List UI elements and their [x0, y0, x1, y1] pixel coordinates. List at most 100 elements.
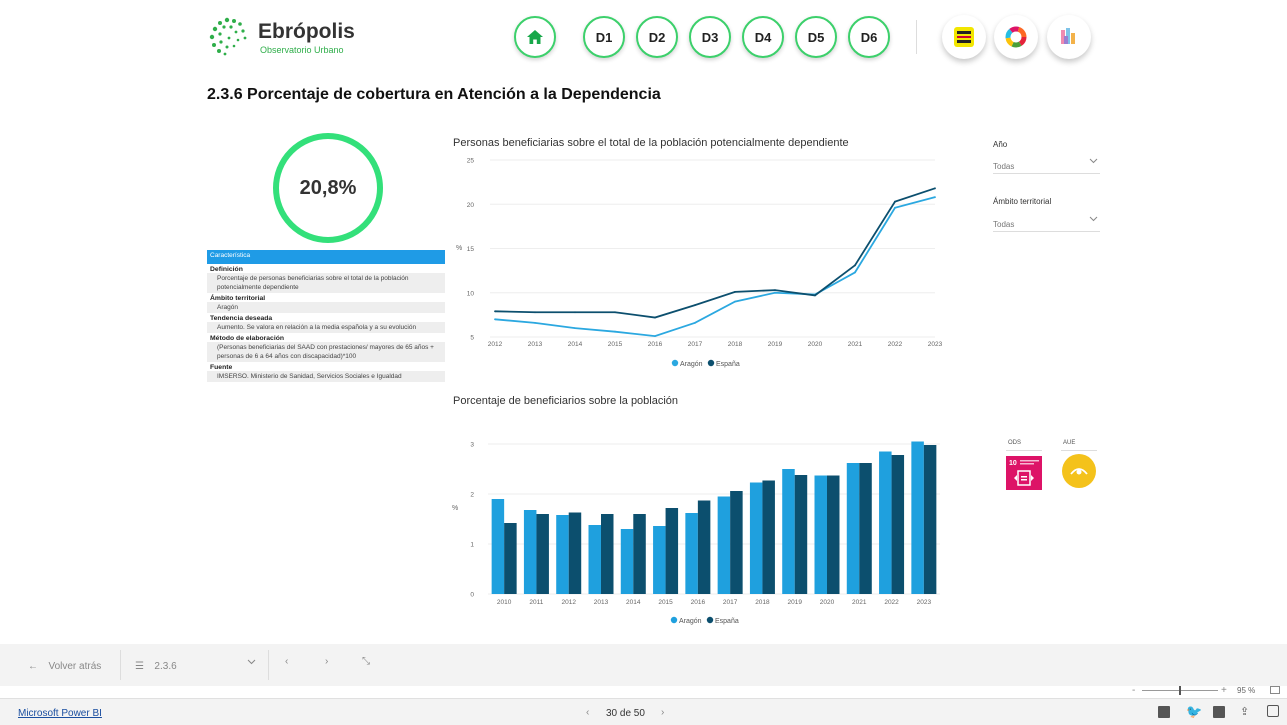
territory-slicer-label: Ámbito territorial: [993, 197, 1052, 206]
info-label-metodo: Método de elaboración: [210, 335, 285, 342]
line-xtick-0: 2012: [488, 341, 503, 348]
info-table: Característica Definición Porcentaje de …: [207, 250, 445, 382]
zoom-in-icon[interactable]: +: [1221, 685, 1227, 696]
fullscreen-icon[interactable]: [1267, 705, 1279, 717]
nav-d5-button[interactable]: D5: [795, 16, 837, 58]
pager-next-icon[interactable]: ›: [661, 707, 664, 718]
bar-ytick-2: 2: [470, 492, 474, 499]
bar-0-5: [653, 526, 666, 594]
ods-wheel-button[interactable]: [994, 15, 1038, 59]
line-point-0-6: [734, 300, 736, 303]
bar-ytick-0: 0: [470, 592, 474, 599]
bar-1-3: [601, 514, 614, 594]
bar-0-13: [911, 441, 924, 594]
bar-1-11: [859, 463, 872, 594]
line-point-0-10: [894, 206, 896, 209]
bar-1-12: [891, 455, 905, 594]
bar-ytick-1: 1: [470, 542, 474, 549]
info-value-tendencia: Aumento. Se valora en relación a la medi…: [207, 322, 445, 333]
next-page-icon[interactable]: ›: [325, 656, 328, 667]
territory-slicer-value: Todas: [993, 220, 1015, 229]
bar-1-7: [730, 491, 743, 594]
line-ytick-1: 10: [467, 290, 475, 297]
nav-d2-button[interactable]: D2: [636, 16, 678, 58]
aue-tag-label: AUE: [1063, 440, 1076, 446]
page-menu-dropdown[interactable]: ☰ 2.3.6: [135, 656, 261, 674]
line-point-0-2: [574, 327, 576, 330]
info-table-header[interactable]: Característica: [207, 250, 445, 264]
bar-0-8: [749, 482, 763, 594]
line-ytick-0: 5: [470, 335, 474, 342]
bar-1-10: [827, 475, 840, 594]
legend-marker-1: [707, 359, 715, 367]
line-point-0-3: [614, 330, 616, 333]
chevron-down-icon: [1089, 158, 1098, 164]
bar-xtick-3: 2013: [594, 599, 609, 606]
home-button[interactable]: [514, 16, 556, 58]
bar-1-6: [697, 500, 711, 594]
line-xtick-2: 2014: [568, 341, 583, 348]
bar-chart: 0 1 2 3% 2010 2011 2012 2013 2014 2015 2016 2017 201…: [452, 441, 940, 625]
bar-0-9: [782, 469, 795, 594]
page-title: 2.3.6 Porcentaje de cobertura en Atenció…: [207, 86, 661, 103]
line-point-0-7: [774, 291, 776, 294]
back-button[interactable]: ← Volver atrás: [28, 656, 101, 674]
info-label-fuente: Fuente: [210, 364, 233, 371]
powerbi-link[interactable]: Microsoft Power BI: [18, 708, 102, 719]
line-xtick-5: 2017: [688, 341, 703, 348]
info-label-definicion: Definición: [210, 266, 243, 273]
chevron-down-icon: [247, 659, 256, 665]
svg-text:10: 10: [1009, 460, 1017, 467]
bar-xtick-10: 2020: [820, 599, 835, 606]
logo-subtitle: Observatorio Urbano: [260, 45, 344, 55]
bar-xtick-5: 2015: [658, 599, 673, 606]
bar-0-11: [846, 463, 860, 594]
line-series-1: [494, 187, 936, 319]
agenda-urbana-button[interactable]: [1047, 15, 1091, 59]
nav-d4-button[interactable]: D4: [742, 16, 784, 58]
line-xtick-11: 2023: [928, 341, 943, 348]
aue-objective-icon[interactable]: [1062, 454, 1096, 488]
collapse-icon[interactable]: ⤡: [362, 656, 370, 667]
nav-d3-button[interactable]: D3: [689, 16, 731, 58]
bar-xtick-4: 2014: [626, 599, 641, 606]
territory-slicer-dropdown[interactable]: Todas: [993, 214, 1100, 232]
zoom-out-icon[interactable]: -: [1132, 685, 1135, 696]
linkedin-icon[interactable]: [1213, 706, 1225, 718]
zoom-slider-thumb[interactable]: [1179, 686, 1181, 695]
bar-xtick-6: 2016: [691, 599, 706, 606]
page-menu-value: 2.3.6: [154, 661, 177, 672]
bar-1-5: [665, 508, 679, 594]
bar-ytick-3: 3: [470, 442, 474, 449]
nav-d6-button[interactable]: D6: [848, 16, 890, 58]
info-value-ambito: Aragón: [207, 302, 445, 313]
nav-d1-button[interactable]: D1: [583, 16, 625, 58]
kpi-ring: 20,8%: [273, 133, 383, 243]
line-point-1-10: [894, 200, 896, 203]
twitter-icon[interactable]: 🐦: [1186, 704, 1202, 720]
bar-xtick-2: 2012: [561, 599, 576, 606]
fit-page-icon[interactable]: [1270, 686, 1280, 694]
line-point-1-4: [654, 316, 656, 319]
share-icon[interactable]: ⇪: [1240, 705, 1249, 718]
line-point-1-1: [534, 311, 536, 314]
logo-title: Ebrópolis: [258, 20, 355, 43]
previous-page-icon[interactable]: ‹: [285, 656, 288, 667]
line-chart: 5 10 15 20 25% 2012 2013 2014 2015 2016 2017 2018 20…: [456, 158, 943, 369]
legend-label-0: Aragón: [680, 361, 703, 368]
ods-10-icon[interactable]: 10: [1006, 456, 1042, 490]
bar-1-2: [568, 512, 582, 594]
bar-1-9: [794, 475, 808, 594]
info-value-definicion: Porcentaje de personas beneficiarias sob…: [207, 273, 445, 293]
bar-xtick-8: 2018: [755, 599, 770, 606]
bar-1-13: [923, 445, 937, 594]
line-xtick-9: 2021: [848, 341, 863, 348]
bar-xtick-0: 2010: [497, 599, 512, 606]
chevron-down-icon: [1089, 216, 1098, 222]
facebook-icon[interactable]: [1158, 706, 1170, 718]
bar-xtick-11: 2021: [852, 599, 867, 606]
agenda-2030-button[interactable]: [942, 15, 986, 59]
pager-previous-icon[interactable]: ‹: [586, 707, 589, 718]
year-slicer-dropdown[interactable]: Todas: [993, 156, 1100, 174]
bar-chart-title: Porcentaje de beneficiarios sobre la pob…: [453, 395, 679, 407]
